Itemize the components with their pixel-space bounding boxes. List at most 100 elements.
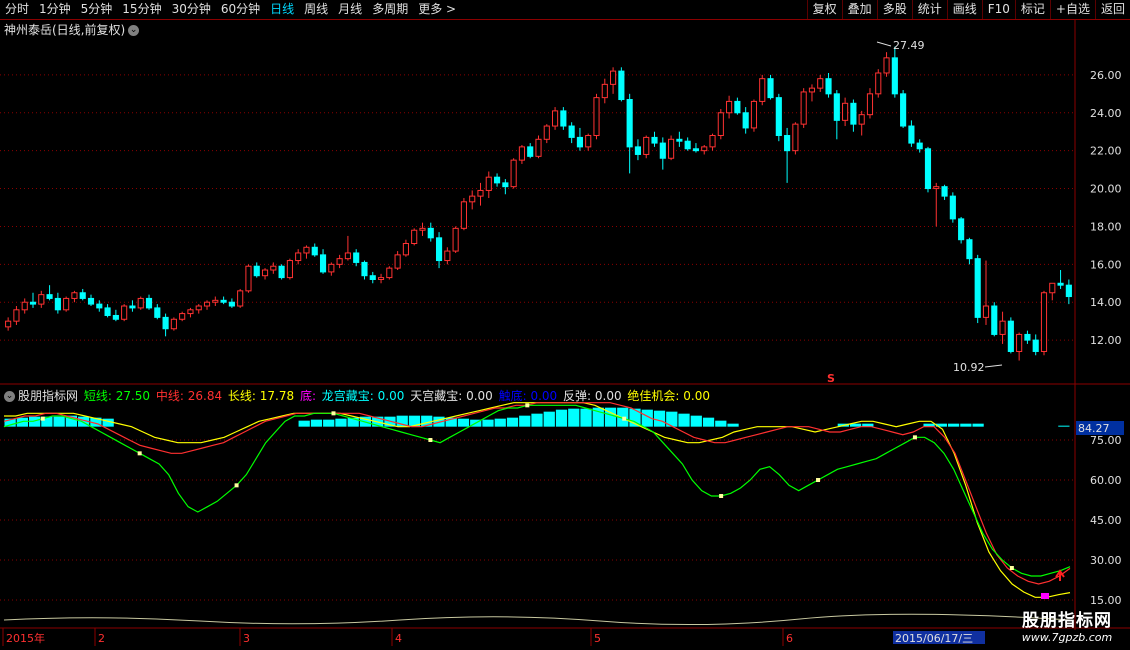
indicator-tick-label: 30.00 [1090, 554, 1122, 567]
candle-body [1032, 339, 1039, 352]
candle-body [170, 318, 177, 330]
candle-body [469, 195, 476, 203]
candle-body [792, 123, 799, 152]
candle-body [162, 316, 169, 330]
candle-body [79, 292, 86, 299]
indicator-marker [234, 483, 239, 488]
candle-body [5, 320, 12, 328]
chevron-down-icon[interactable]: ⌄ [4, 391, 15, 402]
indicator-bar [482, 419, 494, 427]
candle-body [510, 159, 517, 188]
indicator-bar [323, 419, 335, 427]
indicator-series [3, 402, 1071, 626]
candle-body [13, 309, 20, 322]
current-value-tag: 84.27 [1078, 422, 1110, 435]
low-price-label: 10.92 [953, 361, 985, 374]
candle-body [1007, 320, 1014, 352]
indicator-marker [1009, 566, 1014, 570]
candle-body [593, 97, 600, 137]
indicator-axis-ticks: 75.0060.0045.0030.0015.00 [1090, 434, 1122, 607]
candle-body [361, 261, 368, 277]
candle-body [924, 148, 932, 190]
candle-body [96, 303, 103, 309]
indicator-marker [719, 494, 724, 498]
candle-body [63, 297, 70, 311]
candle-body [842, 102, 849, 121]
indicator-bar [690, 415, 702, 427]
candle-body [477, 189, 484, 197]
indicator-bar [727, 423, 739, 427]
price-axis-ticks: 26.00 24.00 22.00 20.00 18.00 16.00 14.00 12.00 [1090, 69, 1122, 347]
candle-body [808, 87, 816, 93]
candle-body [601, 83, 608, 99]
candle-body [54, 297, 61, 311]
candle-body [626, 99, 633, 148]
candle-body [38, 294, 45, 305]
candle-body [1040, 292, 1048, 352]
candle-body [726, 100, 733, 114]
indicator-bar [1058, 425, 1070, 427]
indicator-bar [960, 423, 972, 427]
candle-body [659, 142, 666, 159]
candle-body [784, 135, 791, 152]
candle-body [552, 110, 559, 127]
candle-body [643, 136, 650, 155]
candle-body [419, 227, 426, 231]
candle-body [121, 305, 128, 320]
high-price-label: 27.49 [893, 39, 925, 52]
indicator-bar [494, 418, 506, 427]
candle-body [377, 277, 385, 280]
candle-body [750, 100, 758, 129]
indicator-bar [715, 420, 727, 427]
candle-body [543, 125, 550, 140]
current-date: 2015/06/17/三 [895, 632, 973, 645]
indicator-tick-label: 60.00 [1090, 474, 1122, 487]
indicator-header: ⌄ 股朋指标网 短线: 27.50 中线: 26.84 长线: 17.78 底: … [4, 387, 714, 404]
indicator-value: 反弹: 0.00 [559, 389, 622, 403]
candle-body [278, 265, 285, 279]
candle-body [319, 254, 327, 273]
candle-body [187, 309, 194, 315]
indicator-bar [580, 408, 592, 427]
candle-body [270, 265, 277, 271]
indicator-value: 中线: 26.84 [152, 389, 223, 403]
watermark: 股朋指标网 www.7gpzb.com [1008, 606, 1126, 644]
date-label: 2015年 [6, 631, 45, 645]
candle-body [369, 275, 376, 280]
candle-body [311, 246, 318, 256]
indicator-bar [310, 419, 323, 427]
candle-body [452, 227, 459, 252]
date-label: 6 [786, 632, 793, 645]
indicator-value: 长线: 17.78 [224, 389, 295, 403]
candle-body [444, 250, 451, 262]
candlestick-series [5, 46, 1072, 361]
candle-body [29, 301, 37, 305]
candle-body [850, 102, 857, 125]
candle-body [402, 242, 409, 256]
candle-body [253, 265, 260, 277]
indicator-tick-label: 45.00 [1090, 514, 1122, 527]
candle-body [668, 138, 675, 159]
indicator-bar [506, 417, 519, 427]
candle-body [634, 146, 642, 155]
indicator-value: 触底: 0.00 [494, 389, 558, 403]
indicator-bar [457, 418, 470, 427]
candle-body [336, 258, 343, 265]
indicator-bar [298, 420, 310, 427]
indicator-values: 短线: 27.50 中线: 26.84 长线: 17.78 底: 龙宫藏宝: 0… [84, 389, 712, 403]
candle-body [203, 301, 211, 307]
candle-body [1065, 284, 1072, 298]
candle-body [344, 252, 351, 260]
candle-body [261, 269, 269, 277]
candle-body [908, 125, 915, 144]
indicator-bar [519, 415, 531, 427]
indicator-value: 绝佳机会: 0.00 [623, 389, 711, 403]
candle-body [195, 305, 202, 311]
candle-body [610, 70, 617, 85]
candle-body [485, 176, 492, 191]
chart-canvas[interactable]: 26.00 24.00 22.00 20.00 18.00 16.00 14.00 12.00… [0, 0, 1130, 650]
indicator-name: 股朋指标网 [18, 389, 79, 403]
price-tick-label: 22.00 [1090, 145, 1122, 158]
low-arrow [984, 364, 1003, 368]
indicator-marker [137, 451, 142, 456]
